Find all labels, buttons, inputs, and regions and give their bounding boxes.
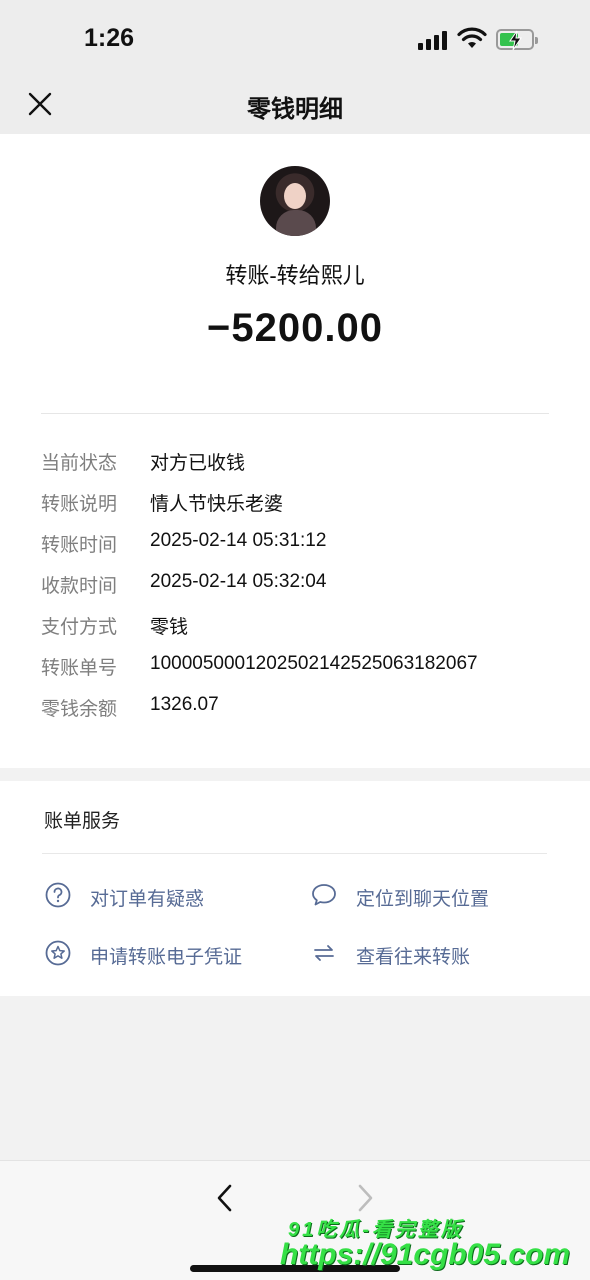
e-voucher-link[interactable]: 申请转账电子凭证 <box>44 939 284 969</box>
detail-value: 1326.07 <box>150 694 219 715</box>
detail-label: 支付方式 <box>41 617 118 638</box>
order-question-link[interactable]: 对订单有疑惑 <box>44 881 264 911</box>
status-bar: 1:26 <box>0 0 590 70</box>
detail-label: 当前状态 <box>41 453 118 474</box>
transfer-detail-card: 转账-转给熙儿 −5200.00 当前状态 对方已收钱 转账说明 情人节快乐老婆… <box>0 134 590 768</box>
service-label: 查看往来转账 <box>356 947 471 968</box>
view-transfers-link[interactable]: 查看往来转账 <box>310 939 530 969</box>
detail-label: 转账单号 <box>41 658 118 679</box>
avatar <box>260 166 330 236</box>
transfer-title: 转账-转给熙儿 <box>225 263 365 288</box>
detail-row-receive-time: 收款时间 2025-02-14 05:32:04 <box>41 569 549 610</box>
detail-row-balance: 零钱余额 1326.07 <box>41 692 549 733</box>
detail-list: 当前状态 对方已收钱 转账说明 情人节快乐老婆 转账时间 2025-02-14 … <box>41 446 549 733</box>
detail-value: 零钱 <box>150 617 189 638</box>
charging-bolt-icon <box>509 30 522 51</box>
service-label: 申请转账电子凭证 <box>90 947 243 968</box>
detail-label: 零钱余额 <box>41 699 118 720</box>
section-title: 账单服务 <box>44 811 121 832</box>
detail-value: 10000500012025021425250631820​67 <box>150 653 478 674</box>
divider <box>41 413 549 414</box>
service-label: 定位到聊天位置 <box>356 889 490 910</box>
detail-row-transfer-time: 转账时间 2025-02-14 05:31:12 <box>41 528 549 569</box>
detail-label: 转账说明 <box>41 494 118 515</box>
detail-row-payment-method: 支付方式 零钱 <box>41 610 549 651</box>
star-badge-icon <box>45 940 71 966</box>
chat-bubble-icon <box>312 884 336 906</box>
battery-icon <box>496 29 538 51</box>
nav-bar: 零钱明细 <box>0 70 590 134</box>
detail-label: 收款时间 <box>41 576 118 597</box>
status-time: 1:26 <box>84 24 135 52</box>
page-title: 零钱明细 <box>247 96 343 123</box>
transfer-amount: −5200.00 <box>207 306 383 350</box>
locate-chat-link[interactable]: 定位到聊天位置 <box>310 881 550 911</box>
detail-value: 对方已收钱 <box>150 453 246 474</box>
detail-value: 情人节快乐老婆 <box>150 494 284 515</box>
watermark-url: https://91cgb05.com <box>280 1238 571 1271</box>
detail-value: 2025-02-14 05:31:12 <box>150 530 327 551</box>
divider <box>42 853 547 854</box>
cellular-signal-icon <box>418 30 450 50</box>
bill-service-card: 账单服务 对订单有疑惑 定位到聊天位置 申请转账电子凭证 查看往来转账 <box>0 781 590 996</box>
detail-row-note: 转账说明 情人节快乐老婆 <box>41 487 549 528</box>
transfer-arrows-icon <box>314 945 334 961</box>
detail-row-status: 当前状态 对方已收钱 <box>41 446 549 487</box>
question-icon <box>45 882 71 908</box>
detail-row-order-number: 转账单号 10000500012025021425250631820​67 <box>41 651 549 692</box>
wifi-icon <box>457 27 487 48</box>
detail-label: 转账时间 <box>41 535 118 556</box>
detail-value: 2025-02-14 05:32:04 <box>150 571 327 592</box>
service-label: 对订单有疑惑 <box>90 889 205 910</box>
back-arrow-icon[interactable] <box>212 1183 238 1213</box>
forward-arrow-icon[interactable] <box>352 1183 378 1213</box>
